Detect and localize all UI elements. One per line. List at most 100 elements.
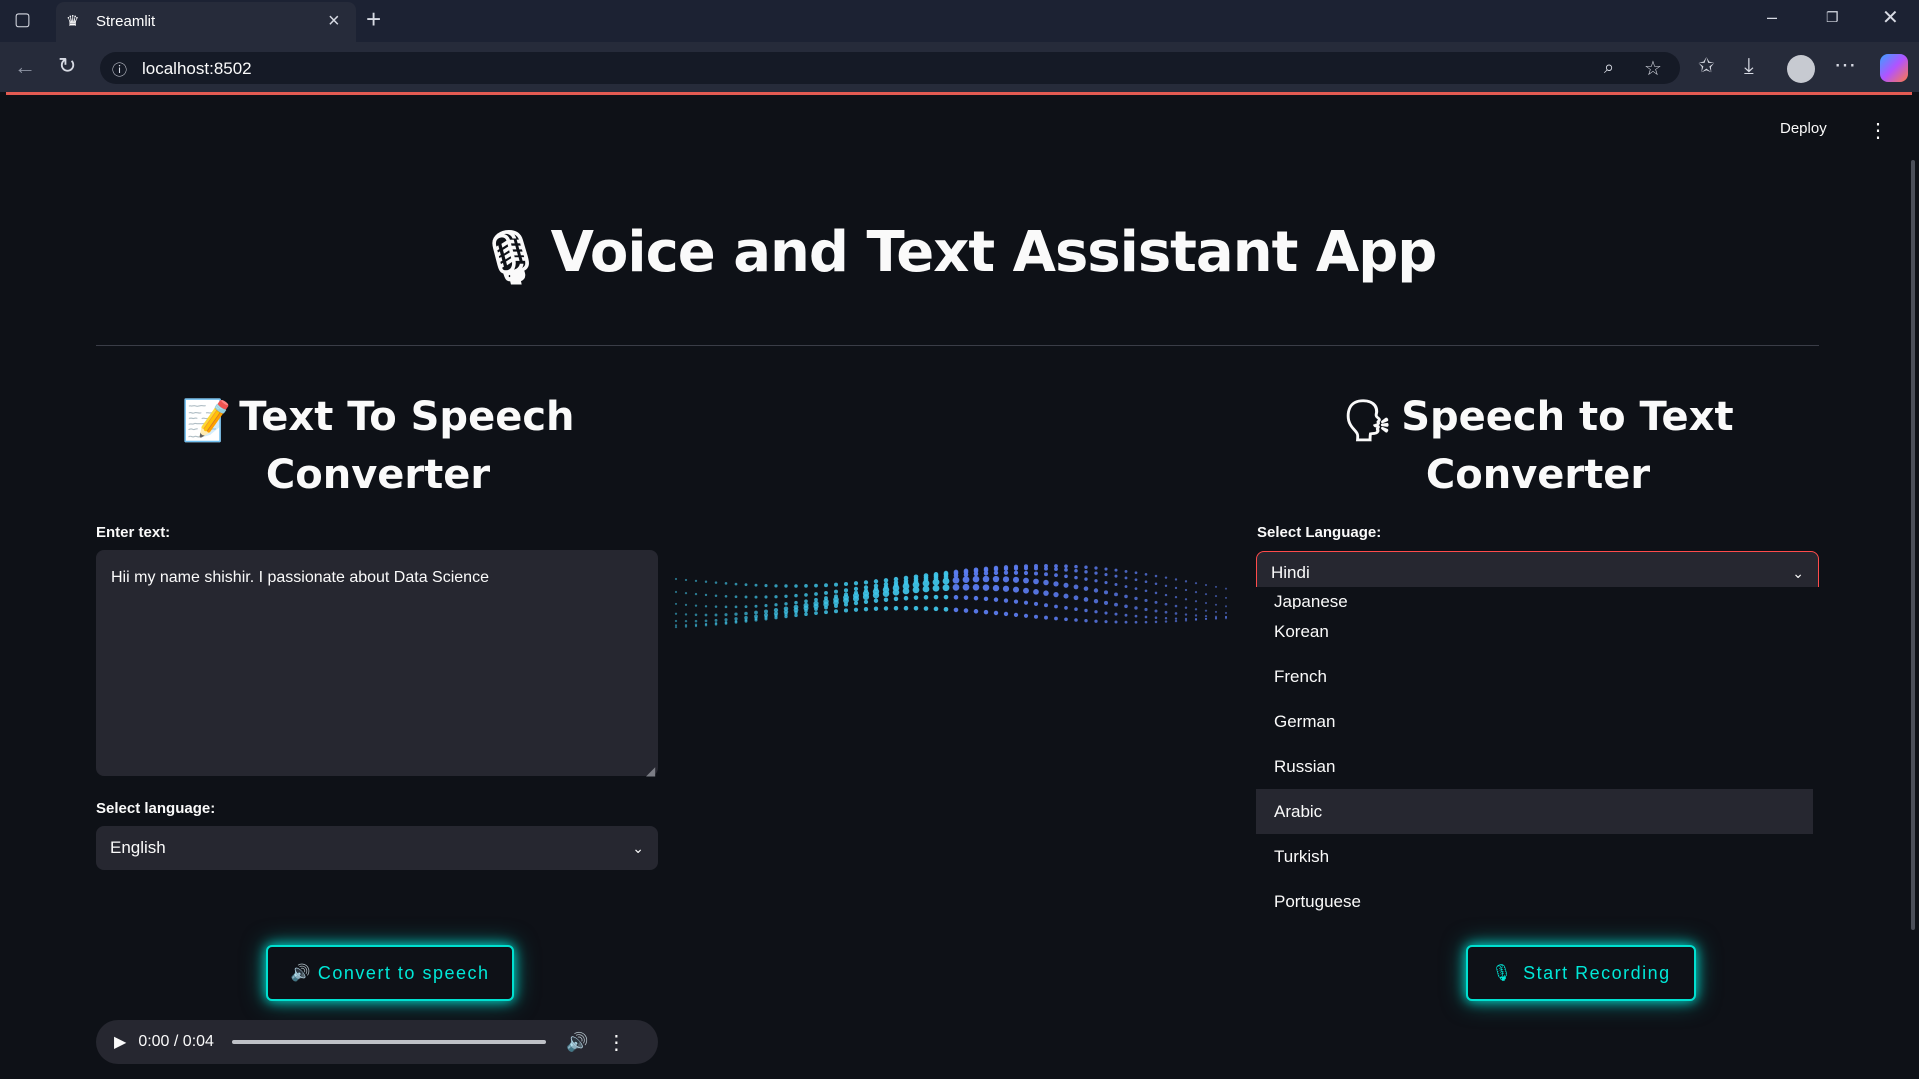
wave-dot bbox=[1013, 570, 1019, 575]
window-close-icon[interactable]: ✕ bbox=[1882, 8, 1899, 28]
wave-dot bbox=[923, 595, 929, 600]
wave-dot bbox=[983, 609, 989, 615]
wave-dot bbox=[1033, 566, 1039, 571]
wave-dot bbox=[684, 619, 688, 623]
profile-avatar-icon[interactable] bbox=[1787, 55, 1815, 83]
tts-language-select[interactable]: English ⌄ bbox=[96, 826, 658, 870]
wave-dot bbox=[843, 608, 849, 613]
dropdown-option[interactable]: Japanese bbox=[1256, 587, 1813, 609]
wave-dot bbox=[1204, 615, 1208, 618]
wave-dot bbox=[834, 582, 838, 587]
tts-language-value: English bbox=[110, 838, 166, 857]
wave-dot bbox=[764, 584, 768, 588]
restore-icon[interactable]: ❐ bbox=[1826, 10, 1839, 24]
wave-dot bbox=[784, 602, 788, 606]
text-input-area[interactable]: Hii my name shishir. I passionate about … bbox=[96, 550, 658, 776]
wave-dot bbox=[724, 582, 728, 585]
wave-dot bbox=[1044, 572, 1048, 577]
wave-dot bbox=[1044, 615, 1048, 620]
audio-more-icon[interactable]: ⋮ bbox=[606, 1030, 626, 1055]
copilot-icon[interactable] bbox=[1880, 54, 1908, 82]
new-tab-icon[interactable]: + bbox=[366, 6, 381, 32]
favorite-star-icon[interactable]: ☆ bbox=[1644, 56, 1662, 81]
back-icon[interactable]: ← bbox=[14, 56, 36, 78]
browser-tab[interactable]: ♛ Streamlit × bbox=[56, 2, 356, 42]
audio-progress-bar[interactable] bbox=[231, 1040, 546, 1044]
wave-dot bbox=[1074, 618, 1078, 622]
wave-dot bbox=[1214, 585, 1218, 588]
downloads-icon[interactable]: ⤓ bbox=[1744, 55, 1754, 77]
start-recording-button[interactable]: 🎙 Start Recording bbox=[1466, 945, 1696, 1001]
wave-dot bbox=[932, 578, 940, 586]
wave-dot bbox=[1154, 620, 1158, 624]
wave-dot bbox=[814, 607, 818, 611]
wave-dot bbox=[1114, 583, 1118, 587]
wave-dot bbox=[1002, 585, 1010, 592]
wave-dot bbox=[1074, 575, 1078, 580]
dropdown-option[interactable]: Russian bbox=[1256, 744, 1813, 789]
dropdown-option[interactable]: Korean bbox=[1256, 609, 1813, 654]
wave-dot bbox=[1104, 611, 1108, 615]
wave-dot bbox=[1124, 569, 1128, 573]
wave-dot bbox=[933, 606, 939, 612]
stt-heading-text: Speech to Text Converter bbox=[1401, 394, 1734, 498]
wave-dot bbox=[1013, 599, 1019, 604]
dropdown-option[interactable]: Turkish bbox=[1256, 834, 1813, 879]
dropdown-option[interactable]: Portuguese bbox=[1256, 879, 1813, 924]
dropdown-option[interactable]: French bbox=[1256, 654, 1813, 699]
wave-dot bbox=[1144, 598, 1148, 602]
site-info-icon[interactable]: ⓘ bbox=[112, 59, 127, 80]
wave-dot bbox=[684, 578, 688, 582]
wave-dot bbox=[873, 598, 879, 603]
volume-icon[interactable]: 🔊 bbox=[566, 1032, 588, 1053]
wave-dot bbox=[1144, 589, 1148, 593]
wave-dot bbox=[774, 584, 778, 588]
zoom-icon[interactable]: ⌕ bbox=[1604, 57, 1614, 78]
wave-dot bbox=[734, 595, 738, 599]
dropdown-option[interactable]: German bbox=[1256, 699, 1813, 744]
wave-dot bbox=[1074, 564, 1078, 569]
wave-dot bbox=[754, 604, 758, 608]
wave-dot bbox=[1023, 613, 1029, 618]
wave-dot bbox=[794, 593, 798, 598]
page-scrollbar[interactable] bbox=[1911, 160, 1915, 930]
minimize-icon[interactable]: – bbox=[1767, 8, 1777, 26]
wave-dot bbox=[1124, 585, 1128, 589]
wave-dot bbox=[1074, 568, 1078, 573]
wave-dot bbox=[674, 626, 678, 629]
wave-dot bbox=[1184, 588, 1188, 592]
resize-handle-icon[interactable]: ◢ bbox=[646, 764, 655, 778]
convert-to-speech-button[interactable]: 🔊 Convert to speech bbox=[266, 945, 514, 1001]
more-menu-icon[interactable]: ⋯ bbox=[1834, 54, 1856, 76]
wave-dot bbox=[794, 584, 798, 588]
wave-dot bbox=[1174, 617, 1178, 620]
dropdown-option[interactable]: Arabic bbox=[1256, 789, 1813, 834]
wave-dot bbox=[1054, 604, 1058, 609]
reload-icon[interactable]: ↻ bbox=[58, 55, 76, 77]
audio-player[interactable]: ▶ 0:00 / 0:04 🔊 ⋮ bbox=[96, 1020, 658, 1064]
tts-heading: 📝 Text To Speech Converter bbox=[96, 390, 660, 502]
tab-close-icon[interactable]: × bbox=[328, 10, 340, 33]
url-field[interactable]: ⓘ localhost:8502 ⌕ ☆ bbox=[100, 52, 1680, 84]
wave-dot bbox=[952, 576, 960, 584]
wave-dot bbox=[764, 595, 768, 599]
wave-dot bbox=[1084, 570, 1088, 574]
wave-dot bbox=[1214, 616, 1218, 619]
play-icon[interactable]: ▶ bbox=[114, 1032, 126, 1052]
wave-dot bbox=[863, 599, 869, 605]
wave-dot bbox=[1154, 591, 1158, 595]
wave-dot bbox=[1084, 618, 1088, 623]
wave-dot bbox=[1083, 586, 1089, 591]
deploy-button[interactable]: Deploy bbox=[1780, 120, 1827, 137]
wave-dot bbox=[903, 605, 909, 611]
sidebar-toggle-icon[interactable]: ▢ bbox=[14, 10, 31, 28]
wave-dot bbox=[1184, 580, 1188, 583]
favorites-icon[interactable]: ✩ bbox=[1698, 56, 1715, 76]
wave-dot bbox=[1194, 618, 1198, 621]
wave-dot bbox=[694, 613, 698, 617]
wave-dot bbox=[1104, 573, 1108, 577]
wave-dot bbox=[734, 612, 738, 616]
main-menu-icon[interactable]: ⋮ bbox=[1868, 118, 1888, 143]
wave-dot bbox=[1134, 587, 1138, 591]
wave-dot bbox=[704, 619, 708, 623]
